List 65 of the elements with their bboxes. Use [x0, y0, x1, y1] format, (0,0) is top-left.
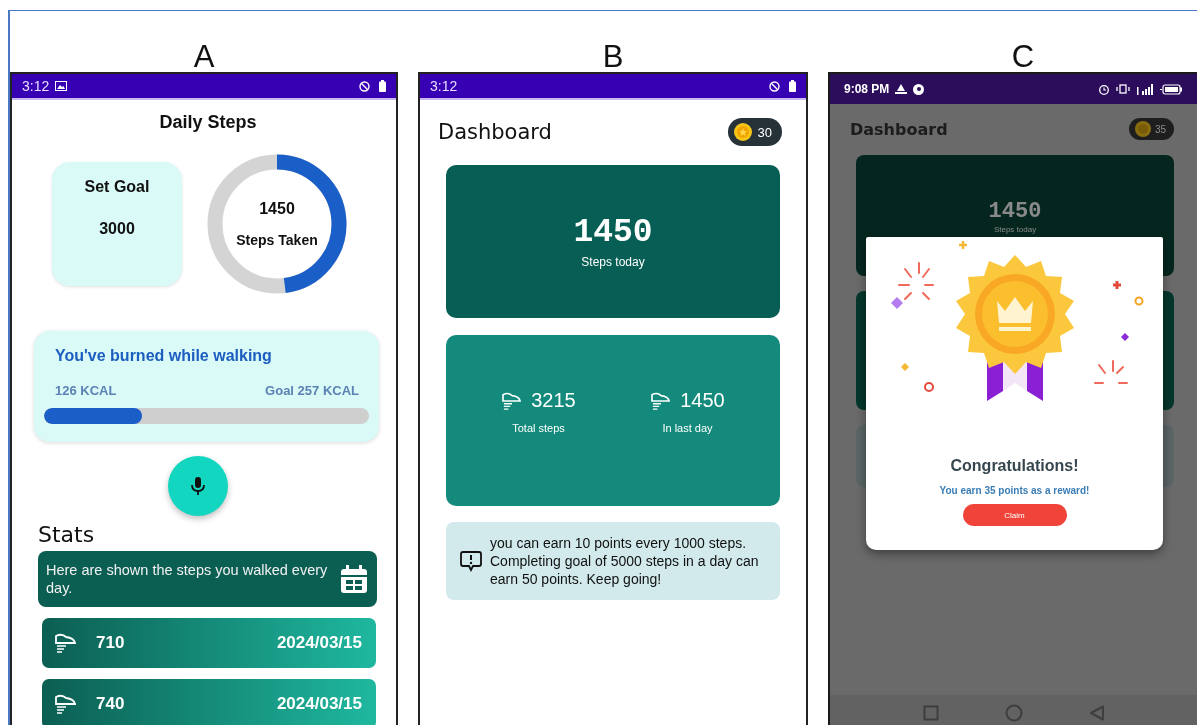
steps-today-count: 1450	[573, 214, 653, 251]
goal-card[interactable]: Set Goal 3000	[52, 162, 182, 286]
image-icon	[55, 81, 68, 91]
shoe-icon	[54, 633, 78, 653]
summary-label: Total steps	[512, 422, 565, 434]
shoe-icon	[501, 391, 524, 410]
dialog-title: Congratulations!	[950, 457, 1079, 475]
calories-title: You've burned while walking	[54, 347, 273, 365]
alarm-icon	[1098, 83, 1110, 95]
points-badge[interactable]: 35	[1128, 118, 1174, 140]
back-icon[interactable]	[1089, 705, 1105, 721]
points-count: 35	[1154, 123, 1166, 135]
battery-icon	[1160, 83, 1182, 95]
calendar-icon	[339, 564, 369, 594]
status-time: 9:08 PM	[844, 82, 890, 96]
summary-value: 3215	[531, 389, 576, 412]
steps-today-count: 1450	[988, 199, 1042, 224]
steps-value: 740	[96, 694, 125, 714]
steps-value: 710	[96, 633, 125, 653]
microphone-button[interactable]	[168, 456, 228, 516]
battery-icon	[379, 80, 386, 92]
date-text: 2024/03/15	[276, 694, 362, 714]
goal-calories: Goal 257 KCAL	[265, 383, 359, 398]
points-count: 30	[757, 124, 772, 140]
panel-label: C	[1011, 41, 1035, 72]
daily-steps-row[interactable]: 710 2024/03/15	[42, 618, 376, 668]
notification-icon	[895, 84, 908, 94]
status-time: 3:12	[22, 78, 50, 94]
shoe-icon	[650, 391, 673, 410]
date-text: 2024/03/15	[276, 633, 362, 653]
panel-label: B	[602, 41, 624, 72]
screen-title: Dashboard	[438, 120, 552, 144]
dialog-message: You earn 35 points as a reward!	[939, 485, 1090, 496]
goal-value: 3000	[99, 220, 135, 238]
status-time: 3:12	[430, 78, 458, 94]
alert-message-icon	[460, 550, 482, 572]
stats-title: Stats	[38, 522, 96, 547]
coin-icon	[1134, 121, 1151, 137]
stats-info-text: Here are shown the steps you walked every day.	[46, 561, 329, 597]
tip-text: you can earn 10 points every 1000 steps. Completing goal of 5000 steps in a day can earn 50 points. Keep going!	[490, 534, 760, 588]
steps-today-label: Steps today	[993, 225, 1037, 234]
daily-steps-row[interactable]: 740 2024/03/15	[42, 679, 376, 725]
burned-calories: 126 KCAL	[55, 383, 117, 398]
recent-apps-icon[interactable]	[923, 705, 939, 721]
vibrate-icon	[1116, 84, 1130, 94]
steps-label: Steps Taken	[236, 232, 318, 248]
battery-icon	[789, 80, 796, 92]
steps-count: 1450	[259, 200, 295, 218]
screen-title: Daily Steps	[158, 112, 258, 133]
points-badge[interactable]: 30	[727, 118, 782, 146]
claim-button[interactable]: Claim	[962, 504, 1067, 526]
coin-icon	[733, 123, 752, 141]
app-notification-icon	[913, 83, 925, 95]
screen-title: Dashboard	[850, 119, 948, 139]
do-not-disturb-icon	[359, 80, 370, 92]
signal-icon	[1136, 83, 1154, 95]
microphone-icon	[191, 477, 205, 495]
goal-label: Set Goal	[84, 178, 150, 196]
do-not-disturb-icon	[769, 80, 780, 92]
panel-label: A	[193, 41, 215, 72]
steps-today-label: Steps today	[581, 255, 645, 269]
summary-label: In last day	[662, 422, 713, 434]
shoe-icon	[54, 694, 78, 714]
home-icon[interactable]	[1005, 704, 1023, 722]
summary-value: 1450	[680, 389, 725, 412]
